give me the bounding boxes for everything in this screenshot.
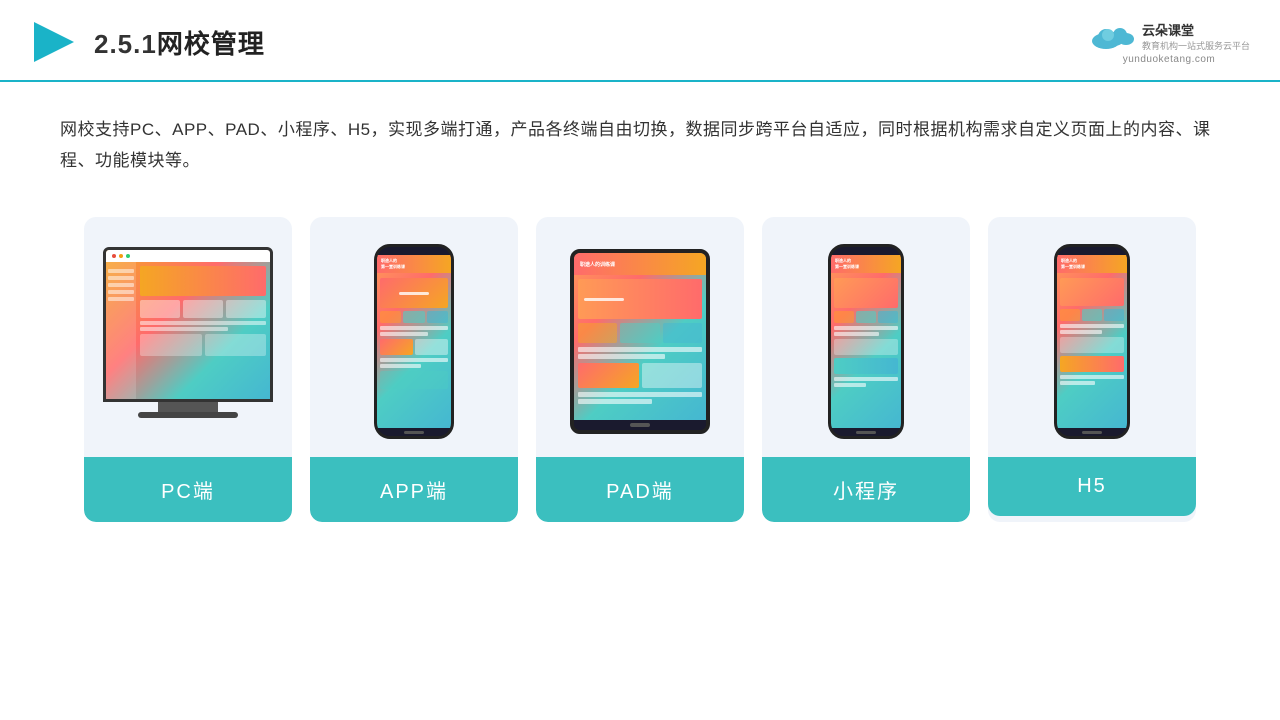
card-pc-label: PC端: [84, 457, 292, 522]
page-title: 2.5.1网校管理: [94, 24, 265, 61]
card-pad-image: 职途人的训练课: [536, 217, 744, 457]
app-phone-mockup: 职途人的第一堂训练课: [374, 244, 454, 439]
logo-url: yunduoketang.com: [1123, 54, 1216, 65]
h5-phone-mockup: 职途人的第一堂训练课: [1054, 244, 1130, 439]
title-text: 网校管理: [157, 29, 265, 59]
pad-tablet-mockup: 职途人的训练课: [570, 249, 710, 434]
cards-container: PC端 职途人的第一堂训练课: [0, 177, 1280, 522]
card-miniprogram-image: 职途人的第一堂训练课: [762, 217, 970, 457]
logo-name: 云朵课堂: [1142, 20, 1250, 39]
pc-mockup: [103, 247, 273, 437]
card-h5: 职途人的第一堂训练课: [988, 217, 1196, 522]
description-text: 网校支持PC、APP、PAD、小程序、H5，实现多端打通，产品各终端自由切换，数…: [0, 82, 1280, 177]
header-left: 2.5.1网校管理: [30, 18, 265, 66]
card-pad: 职途人的训练课: [536, 217, 744, 522]
card-app: 职途人的第一堂训练课: [310, 217, 518, 522]
description-paragraph: 网校支持PC、APP、PAD、小程序、H5，实现多端打通，产品各终端自由切换，数…: [60, 114, 1220, 177]
cloud-icon: [1088, 21, 1136, 51]
card-pc-image: [84, 217, 292, 457]
miniprogram-phone-mockup: 职途人的第一堂训练课: [828, 244, 904, 439]
header: 2.5.1网校管理 云朵课堂 教育机构一站式服务云平台 yunduoketang…: [0, 0, 1280, 82]
logo-area: 云朵课堂 教育机构一站式服务云平台 yunduoketang.com: [1088, 20, 1250, 65]
card-miniprogram: 职途人的第一堂训练课: [762, 217, 970, 522]
card-miniprogram-label: 小程序: [762, 457, 970, 522]
card-h5-image: 职途人的第一堂训练课: [988, 217, 1196, 457]
card-pad-label: PAD端: [536, 457, 744, 522]
card-app-image: 职途人的第一堂训练课: [310, 217, 518, 457]
card-pc: PC端: [84, 217, 292, 522]
section-number: 2.5.1: [94, 29, 157, 59]
play-icon: [30, 18, 78, 66]
card-h5-label: H5: [988, 457, 1196, 516]
logo-slogan: 教育机构一站式服务云平台: [1142, 39, 1250, 52]
card-app-label: APP端: [310, 457, 518, 522]
